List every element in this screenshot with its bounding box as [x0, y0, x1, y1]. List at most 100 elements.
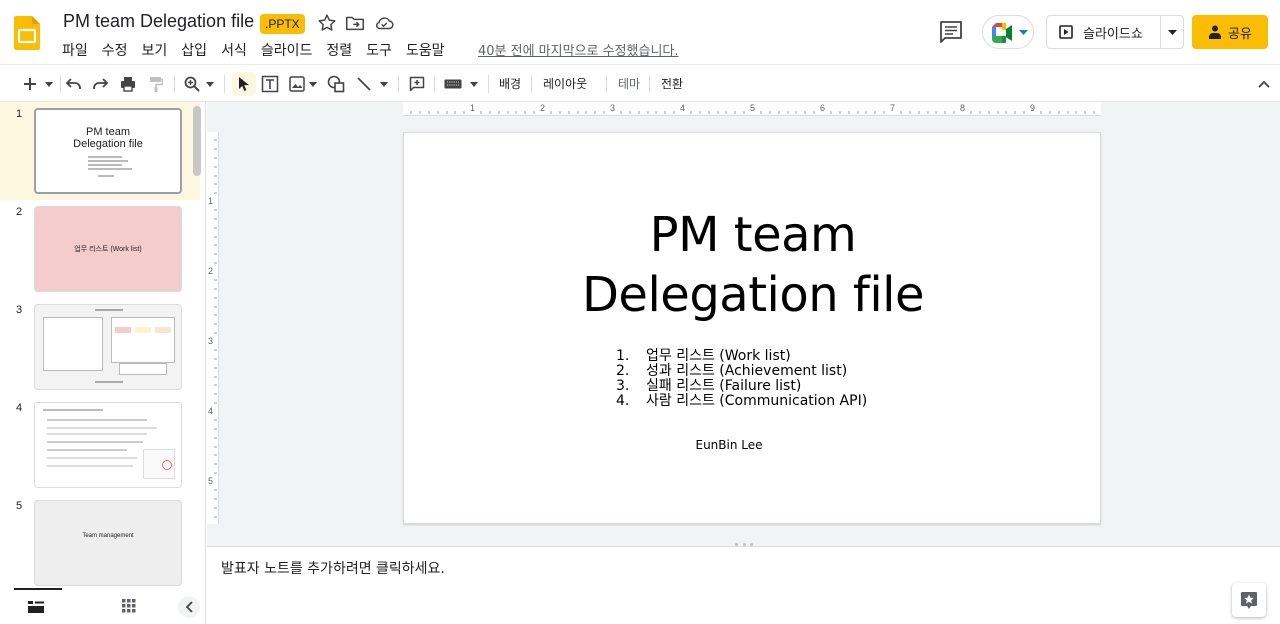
theme-button[interactable]: 테마 — [618, 75, 640, 92]
zoom-button[interactable] — [182, 72, 202, 96]
slide-number: 5 — [16, 500, 23, 512]
filmstrip-slide-2[interactable]: 2 업무 리스트 (Work list) — [0, 200, 200, 298]
menu-bar: 파일 수정 보기 삽입 서식 슬라이드 정렬 도구 도움말 — [62, 40, 459, 60]
keyboard-icon — [444, 79, 462, 89]
line-dropdown[interactable] — [378, 72, 390, 96]
menu-insert[interactable]: 삽입 — [181, 40, 207, 60]
active-view-indicator — [14, 588, 62, 590]
menu-tools[interactable]: 도구 — [366, 40, 392, 60]
menu-view[interactable]: 보기 — [142, 40, 168, 60]
slide-author[interactable]: EunBin Lee — [404, 438, 1054, 452]
comment-history-icon[interactable] — [938, 20, 964, 44]
move-to-folder-icon[interactable] — [344, 12, 366, 34]
toolbar-divider — [531, 75, 532, 93]
ruler-label: 5 — [750, 103, 756, 113]
menu-edit[interactable]: 수정 — [102, 40, 128, 60]
filmstrip-footer — [0, 588, 206, 624]
print-button[interactable] — [118, 72, 138, 96]
zoom-dropdown[interactable] — [204, 72, 216, 96]
slide-thumbnail[interactable] — [34, 304, 182, 390]
collapse-filmstrip-button[interactable] — [178, 596, 200, 618]
line-button[interactable] — [354, 72, 374, 96]
meet-button[interactable] — [982, 15, 1034, 49]
thumbnail-cell — [155, 327, 171, 333]
background-button[interactable]: 배경 — [499, 75, 521, 92]
toolbar-divider — [398, 75, 399, 93]
slide-title[interactable]: PM team Delegation file — [404, 205, 1102, 325]
shape-icon — [327, 75, 345, 93]
new-slide-button[interactable] — [20, 72, 40, 96]
menu-help[interactable]: 도움말 — [406, 40, 445, 60]
filmstrip-slide-4[interactable]: 4 — [0, 396, 200, 494]
star-icon[interactable] — [316, 12, 338, 34]
redo-button[interactable] — [90, 72, 110, 96]
filmstrip-slide-5[interactable]: 5 Team management — [0, 494, 200, 588]
select-tool-button[interactable] — [232, 72, 256, 96]
menu-slide[interactable]: 슬라이드 — [261, 40, 313, 60]
speaker-notes[interactable]: 발표자 노트를 추가하려면 클릭하세요. — [207, 550, 1280, 624]
paint-format-button[interactable] — [146, 72, 166, 96]
thumbnail-text-line — [47, 465, 133, 467]
slide-body-list[interactable]: 1. 업무 리스트 (Work list) 2. 성과 리스트 (Achieveme… — [616, 349, 867, 409]
last-edit-link[interactable]: 40분 전에 마지막으로 수정했습니다. — [478, 40, 679, 59]
chevron-up-icon — [1258, 80, 1270, 88]
grid-view-button[interactable] — [122, 598, 142, 614]
thumbnail-box — [119, 363, 167, 375]
file-type-badge[interactable]: .PPTX — [260, 14, 305, 34]
slide-thumbnail[interactable]: Team management — [34, 500, 182, 586]
plus-icon — [24, 78, 36, 90]
slides-logo-icon[interactable] — [14, 16, 40, 50]
ruler-label: 7 — [890, 103, 896, 113]
thumbnail-text-line — [47, 433, 147, 435]
transition-button[interactable]: 전환 — [661, 75, 683, 92]
slide-number: 3 — [16, 304, 23, 316]
thumbnail-cell — [115, 327, 131, 333]
paint-format-icon — [150, 77, 163, 92]
input-tools-dropdown[interactable] — [468, 72, 480, 96]
insert-image-button[interactable] — [288, 72, 306, 96]
filmstrip-slide-3[interactable]: 3 — [0, 298, 200, 396]
input-tools-button[interactable] — [442, 72, 464, 96]
slide-thumbnail[interactable]: PM team Delegation file — [34, 108, 182, 194]
slide-thumbnail[interactable] — [34, 402, 182, 488]
thumbnail-box — [43, 317, 103, 371]
undo-button[interactable] — [64, 72, 84, 96]
list-view-icon — [28, 601, 44, 613]
slideshow-label: 슬라이드쇼 — [1083, 26, 1143, 42]
slideshow-button[interactable]: 슬라이드쇼 — [1047, 16, 1162, 48]
explore-button[interactable] — [1232, 583, 1266, 617]
ruler-label: 3 — [610, 103, 616, 113]
filmstrip-slide-1[interactable]: 1 PM team Delegation file — [0, 102, 200, 200]
layout-button[interactable]: 레이아웃 — [543, 75, 587, 92]
slide-number: 4 — [16, 402, 23, 414]
explore-star-icon — [1241, 592, 1257, 609]
chevron-down-icon — [206, 81, 214, 87]
new-slide-layout-dropdown[interactable] — [42, 72, 56, 96]
chevron-down-icon — [470, 81, 478, 87]
filmstrip-view-button[interactable] — [28, 598, 48, 614]
horizontal-ruler[interactable]: 1 2 3 4 5 6 7 8 9 — [403, 102, 1101, 116]
image-icon — [289, 76, 305, 92]
share-button[interactable]: 공유 — [1192, 15, 1268, 49]
menu-file[interactable]: 파일 — [62, 40, 88, 60]
ruler-label: 8 — [960, 103, 966, 113]
insert-image-dropdown[interactable] — [307, 72, 319, 96]
slideshow-options-button[interactable] — [1161, 16, 1183, 48]
speaker-notes-placeholder[interactable]: 발표자 노트를 추가하려면 클릭하세요. — [221, 558, 445, 578]
thumbnail-text-line — [47, 427, 157, 429]
thumbnail-heading-line — [95, 309, 123, 311]
slide-thumbnail[interactable]: 업무 리스트 (Work list) — [34, 206, 182, 292]
text-box-button[interactable] — [260, 72, 280, 96]
thumbnail-footer-line — [95, 381, 123, 383]
thumbnail-title: Team management — [82, 533, 134, 539]
document-title[interactable]: PM team Delegation file — [63, 11, 254, 32]
current-slide[interactable]: PM team Delegation file 1. 업무 리스트 (Work l… — [403, 132, 1101, 524]
add-comment-button[interactable] — [406, 72, 428, 96]
menu-arrange[interactable]: 정렬 — [326, 40, 352, 60]
hide-menus-button[interactable] — [1256, 72, 1272, 96]
shape-button[interactable] — [326, 72, 346, 96]
cloud-saved-icon[interactable] — [373, 12, 395, 34]
filmstrip-scrollbar[interactable] — [193, 106, 201, 176]
menu-format[interactable]: 서식 — [221, 40, 247, 60]
vertical-ruler[interactable]: 1 2 3 4 5 — [207, 132, 219, 524]
